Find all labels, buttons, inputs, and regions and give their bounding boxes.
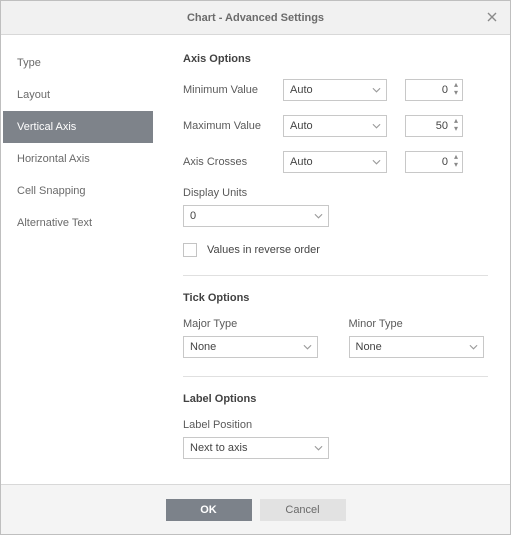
display-units-group: Display Units 0 [183, 187, 488, 227]
major-type-group: Major Type None [183, 318, 323, 358]
max-value-row: Maximum Value Auto 50 ▴ ▾ [183, 115, 488, 137]
sidebar-item-layout[interactable]: Layout [3, 79, 153, 111]
divider [183, 275, 488, 276]
spinner-arrows: ▴ ▾ [452, 81, 460, 97]
chevron-down-icon [469, 341, 478, 356]
tick-options-row: Major Type None Minor Type None [183, 318, 488, 358]
sidebar-item-label: Cell Snapping [17, 185, 86, 197]
chevron-down-icon [314, 442, 323, 457]
spinner-down-icon[interactable]: ▾ [454, 89, 458, 97]
axis-crosses-row: Axis Crosses Auto 0 ▴ ▾ [183, 151, 488, 173]
sidebar-item-cell-snapping[interactable]: Cell Snapping [3, 175, 153, 207]
dialog-titlebar: Chart - Advanced Settings [1, 1, 510, 35]
sidebar-item-alternative-text[interactable]: Alternative Text [3, 207, 153, 239]
chevron-down-icon [372, 120, 381, 135]
cancel-button[interactable]: Cancel [260, 499, 346, 521]
min-value-row: Minimum Value Auto 0 ▴ ▾ [183, 79, 488, 101]
ok-button[interactable]: OK [166, 499, 252, 521]
label-position-select[interactable]: Next to axis [183, 437, 329, 459]
axis-crosses-number: 0 [442, 156, 448, 168]
chevron-down-icon [372, 156, 381, 171]
close-button[interactable] [482, 7, 502, 27]
sidebar-item-label: Type [17, 57, 41, 69]
max-value-number: 50 [436, 120, 448, 132]
reverse-order-checkbox[interactable] [183, 243, 197, 257]
sidebar: Type Layout Vertical Axis Horizontal Axi… [3, 45, 153, 484]
display-units-select[interactable]: 0 [183, 205, 329, 227]
minor-type-group: Minor Type None [349, 318, 489, 358]
axis-options-heading: Axis Options [183, 53, 488, 65]
chevron-down-icon [303, 341, 312, 356]
sidebar-item-label: Vertical Axis [17, 121, 76, 133]
label-position-value: Next to axis [190, 442, 247, 454]
axis-crosses-spinner[interactable]: 0 ▴ ▾ [405, 151, 463, 173]
reverse-order-label: Values in reverse order [207, 244, 320, 256]
sidebar-item-vertical-axis[interactable]: Vertical Axis [3, 111, 153, 143]
dialog-title: Chart - Advanced Settings [187, 12, 324, 24]
minor-type-select[interactable]: None [349, 336, 484, 358]
cancel-button-label: Cancel [285, 504, 319, 516]
sidebar-item-horizontal-axis[interactable]: Horizontal Axis [3, 143, 153, 175]
min-value-mode-value: Auto [290, 84, 313, 96]
content-panel: Axis Options Minimum Value Auto 0 ▴ ▾ Ma… [153, 45, 498, 484]
sidebar-item-label: Layout [17, 89, 50, 101]
min-value-number: 0 [442, 84, 448, 96]
axis-crosses-label: Axis Crosses [183, 156, 283, 168]
spinner-down-icon[interactable]: ▾ [454, 161, 458, 169]
dialog-footer: OK Cancel [1, 484, 510, 534]
tick-options-heading: Tick Options [183, 292, 488, 304]
divider [183, 376, 488, 377]
minor-type-label: Minor Type [349, 318, 489, 330]
chevron-down-icon [314, 210, 323, 225]
chevron-down-icon [372, 84, 381, 99]
spinner-arrows: ▴ ▾ [452, 117, 460, 133]
axis-crosses-mode-select[interactable]: Auto [283, 151, 387, 173]
close-icon [487, 9, 497, 26]
display-units-value: 0 [190, 210, 196, 222]
dialog-body: Type Layout Vertical Axis Horizontal Axi… [1, 35, 510, 484]
major-type-label: Major Type [183, 318, 323, 330]
max-value-mode-select[interactable]: Auto [283, 115, 387, 137]
max-value-spinner[interactable]: 50 ▴ ▾ [405, 115, 463, 137]
display-units-label: Display Units [183, 187, 488, 199]
label-options-heading: Label Options [183, 393, 488, 405]
major-type-select[interactable]: None [183, 336, 318, 358]
spinner-down-icon[interactable]: ▾ [454, 125, 458, 133]
label-position-label: Label Position [183, 419, 488, 431]
min-value-spinner[interactable]: 0 ▴ ▾ [405, 79, 463, 101]
major-type-value: None [190, 341, 216, 353]
max-value-label: Maximum Value [183, 120, 283, 132]
min-value-label: Minimum Value [183, 84, 283, 96]
label-position-group: Label Position Next to axis [183, 419, 488, 459]
sidebar-item-type[interactable]: Type [3, 47, 153, 79]
sidebar-item-label: Alternative Text [17, 217, 92, 229]
ok-button-label: OK [200, 504, 217, 516]
reverse-order-row: Values in reverse order [183, 243, 488, 257]
max-value-mode-value: Auto [290, 120, 313, 132]
spinner-arrows: ▴ ▾ [452, 153, 460, 169]
min-value-mode-select[interactable]: Auto [283, 79, 387, 101]
chart-advanced-settings-dialog: Chart - Advanced Settings Type Layout Ve… [0, 0, 511, 535]
sidebar-item-label: Horizontal Axis [17, 153, 90, 165]
axis-crosses-mode-value: Auto [290, 156, 313, 168]
minor-type-value: None [356, 341, 382, 353]
